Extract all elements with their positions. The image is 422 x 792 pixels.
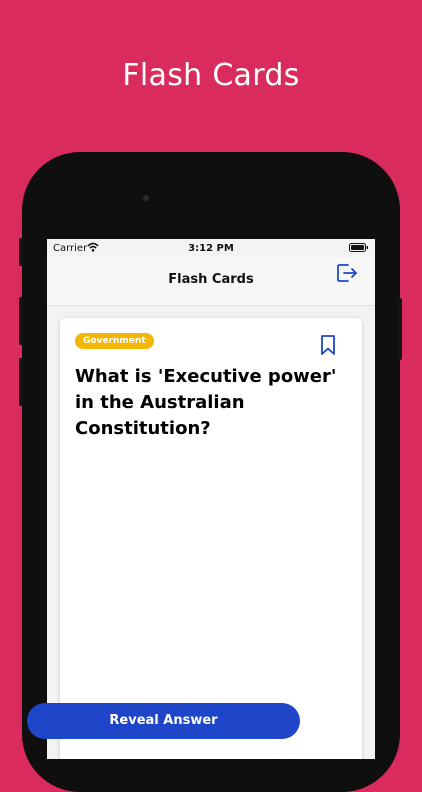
phone-side-button — [19, 358, 23, 406]
navigation-bar: Flash Cards — [47, 257, 375, 306]
app-screen: Carrier 3:12 PM Flash Cards Government W… — [47, 239, 375, 759]
promo-banner-title: Flash Cards — [122, 58, 300, 93]
status-time: 3:12 PM — [188, 243, 234, 254]
category-tag: Government — [75, 333, 154, 349]
phone-side-button — [398, 298, 402, 360]
question-text: What is 'Executive power' in the Austral… — [75, 366, 337, 439]
status-bar: Carrier 3:12 PM — [47, 239, 375, 257]
nav-title: Flash Cards — [168, 272, 254, 287]
phone-side-button — [19, 297, 23, 345]
battery-icon — [349, 243, 369, 255]
reveal-answer-button[interactable]: Reveal Answer — [27, 703, 300, 739]
bookmark-icon[interactable] — [319, 334, 337, 356]
phone-side-button — [19, 238, 23, 266]
flash-card: Government What is 'Executive power' in … — [60, 318, 362, 759]
front-camera — [143, 195, 149, 201]
logout-icon[interactable] — [335, 261, 359, 285]
